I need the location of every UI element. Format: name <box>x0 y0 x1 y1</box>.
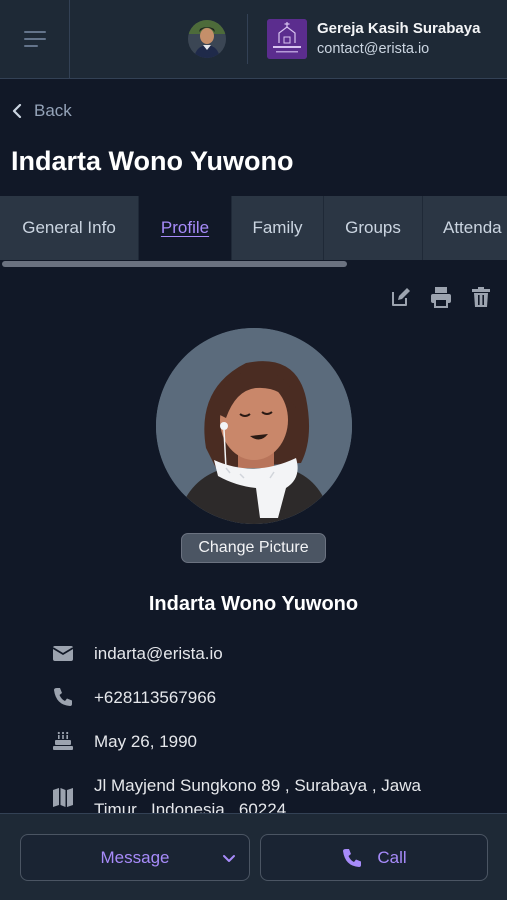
tab-family[interactable]: Family <box>232 196 324 260</box>
cake-icon <box>53 731 73 750</box>
chevron-left-icon <box>12 104 22 118</box>
back-label: Back <box>34 101 72 120</box>
hamburger-icon <box>23 31 46 47</box>
tab-groups[interactable]: Groups <box>324 196 423 260</box>
profile-picture <box>156 328 352 524</box>
birthday-text: May 26, 1990 <box>94 732 198 751</box>
call-label: Call <box>377 847 407 867</box>
email-text[interactable]: indarta@erista.io <box>94 642 223 666</box>
user-avatar[interactable] <box>188 20 226 58</box>
phone-row: +628113567966 <box>52 686 216 710</box>
phone-icon <box>343 848 362 867</box>
top-header: Gereja Kasih Surabaya contact@erista.io <box>0 0 507 79</box>
edit-icon[interactable] <box>390 286 412 308</box>
email-row: indarta@erista.io <box>52 642 223 666</box>
org-email: contact@erista.io <box>317 41 430 57</box>
org-name: Gereja Kasih Surabaya <box>317 20 481 37</box>
org-logo[interactable] <box>267 19 307 59</box>
message-label: Message <box>100 847 170 867</box>
call-button[interactable]: Call <box>260 834 488 881</box>
header-divider <box>247 14 248 64</box>
phone-icon <box>54 688 72 706</box>
envelope-icon <box>52 646 74 661</box>
tab-scrollbar[interactable] <box>2 261 347 267</box>
message-button[interactable]: Message <box>20 834 250 881</box>
trash-icon[interactable] <box>470 286 492 308</box>
tab-profile[interactable]: Profile <box>139 196 232 260</box>
tab-general-info[interactable]: General Info <box>0 196 139 260</box>
chevron-down-icon[interactable] <box>221 850 237 866</box>
birthday-row: May 26, 1990 <box>52 730 197 754</box>
map-icon <box>53 788 73 807</box>
profile-name: Indarta Wono Yuwono <box>148 593 359 615</box>
tab-attendance[interactable]: Attenda <box>423 196 507 260</box>
change-picture-button[interactable]: Change Picture <box>181 533 326 563</box>
phone-text[interactable]: +628113567966 <box>94 686 216 710</box>
menu-button[interactable] <box>0 0 70 78</box>
print-icon[interactable] <box>430 286 452 308</box>
tab-bar: General Info Profile Family Groups Atten… <box>0 196 507 260</box>
page-title: Indarta Wono Yuwono <box>11 146 294 176</box>
back-link[interactable]: Back <box>12 101 72 121</box>
